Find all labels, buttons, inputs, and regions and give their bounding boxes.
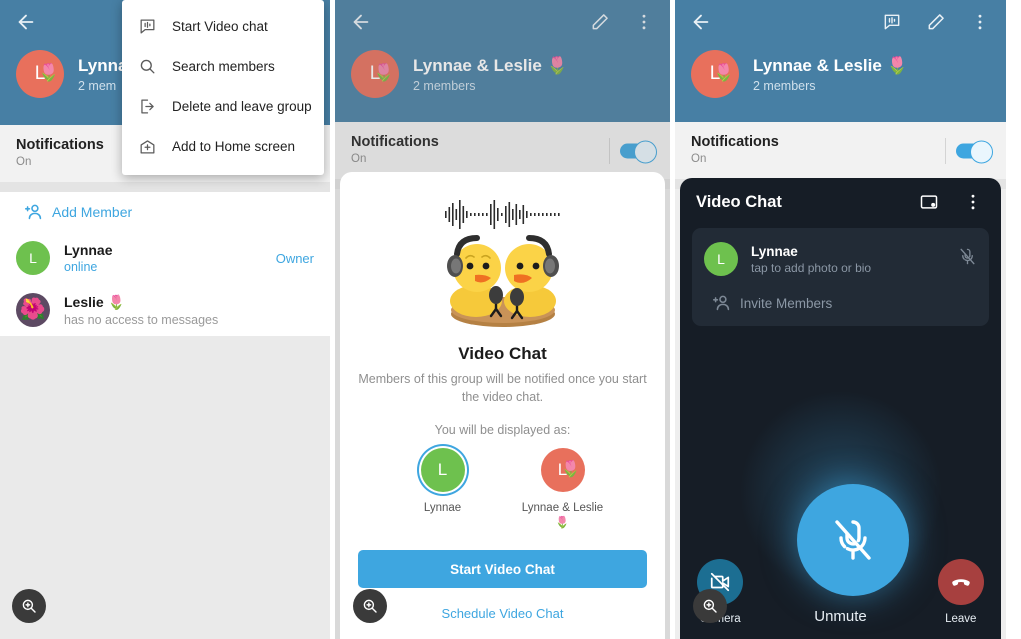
- group-name: Lynnae & Leslie 🌷: [753, 55, 908, 75]
- schedule-video-chat-link[interactable]: Schedule Video Chat: [358, 588, 647, 639]
- group-members-count: 2 members: [753, 78, 816, 93]
- panel-start-video-chat-sheet: L 🌷 Lynnae & Leslie 🌷 2 members Notifica…: [330, 0, 675, 639]
- notifications-toggle[interactable]: [956, 140, 993, 163]
- tulip-icon: 🌷: [713, 63, 735, 82]
- menu-item-start-video-chat[interactable]: Start Video chat: [122, 6, 324, 46]
- hang-up-icon[interactable]: [937, 559, 984, 605]
- video-chat-overlay: Video Chat L Lynnae tap to add photo or …: [680, 178, 1001, 639]
- choice-group[interactable]: L 🌷 Lynnae & Leslie 🌷: [521, 448, 605, 531]
- video-chat-icon[interactable]: [880, 10, 904, 34]
- exit-icon: [136, 95, 158, 117]
- back-arrow-icon[interactable]: [14, 10, 38, 34]
- mute-control[interactable]: Unmute: [796, 484, 909, 625]
- list-item[interactable]: L Lynnae tap to add photo or bio: [692, 234, 989, 284]
- start-video-chat-button[interactable]: Start Video Chat: [358, 550, 647, 588]
- flower-icon: 🌺: [19, 298, 47, 321]
- participant-text: Lynnae tap to add photo or bio: [751, 244, 958, 275]
- section-divider: [0, 182, 330, 192]
- tulip-icon: 🌷: [560, 461, 581, 479]
- leave-control[interactable]: Leave: [921, 559, 1002, 625]
- panel-group-info-menu: L 🌷 Lynnae 2 mem Notifications On Add Me…: [0, 0, 330, 639]
- menu-item-search-members[interactable]: Search members: [122, 46, 324, 86]
- add-member-row[interactable]: Add Member: [0, 192, 330, 232]
- avatar: 🌺: [16, 293, 50, 327]
- avatar-initial: L: [717, 251, 725, 267]
- add-person-icon: [16, 201, 52, 223]
- participants-card: L Lynnae tap to add photo or bio Invite …: [692, 228, 989, 326]
- edit-pencil-icon[interactable]: [924, 10, 948, 34]
- header-icon-bar: [675, 0, 1006, 44]
- invite-members-label: Invite Members: [740, 295, 833, 311]
- choice-label: Lynnae: [423, 502, 462, 515]
- tulip-icon: 🌷: [38, 63, 60, 82]
- search-icon: [136, 55, 158, 77]
- picture-in-picture-icon[interactable]: [917, 190, 941, 214]
- divider: [945, 137, 946, 164]
- table-row[interactable]: 🌺 Leslie 🌷 has no access to messages: [0, 284, 330, 336]
- video-chat-title: Video Chat: [696, 192, 782, 211]
- zoom-in-icon[interactable]: [353, 589, 387, 623]
- invite-members-row[interactable]: Invite Members: [692, 284, 989, 322]
- avatar-initial: L: [29, 250, 37, 266]
- participant-name: Lynnae: [751, 243, 798, 259]
- member-text: Leslie 🌷 has no access to messages: [64, 294, 314, 327]
- group-identity-row[interactable]: L 🌷 Lynnae & Leslie 🌷 2 members: [675, 50, 1006, 98]
- mic-off-icon: [958, 247, 977, 271]
- overflow-menu-icon[interactable]: [961, 190, 985, 214]
- add-to-home-icon: [136, 135, 158, 157]
- menu-item-label: Delete and leave group: [172, 98, 312, 114]
- zoom-in-icon[interactable]: [12, 589, 46, 623]
- group-meta: Lynnae & Leslie 🌷 2 members: [753, 56, 908, 93]
- group-avatar[interactable]: L 🌷: [691, 50, 739, 98]
- choice-lynnae[interactable]: L Lynnae: [401, 448, 485, 531]
- page-title: Video Chat: [458, 344, 547, 363]
- overflow-menu-icon[interactable]: [968, 10, 992, 34]
- avatar: L 🌷: [540, 448, 585, 493]
- add-person-icon: [704, 292, 740, 314]
- zoom-in-icon[interactable]: [693, 589, 727, 623]
- call-controls: Camera Unmute Leave: [680, 484, 1001, 625]
- sheet-description: Members of this group will be notified o…: [358, 372, 647, 405]
- screenshot-board: L 🌷 Lynnae 2 mem Notifications On Add Me…: [0, 0, 1021, 639]
- back-arrow-icon[interactable]: [689, 10, 713, 34]
- video-chat-icon: [136, 15, 158, 37]
- video-chat-header: Video Chat: [680, 178, 1001, 226]
- avatar: L: [420, 448, 465, 493]
- empty-area: [0, 336, 330, 639]
- avatar: L: [16, 241, 50, 275]
- display-as-choices: L Lynnae L 🌷 Lynnae & Leslie 🌷: [401, 448, 605, 531]
- avatar: L: [704, 242, 738, 276]
- mute-label: Unmute: [814, 608, 867, 625]
- group-avatar[interactable]: L 🌷: [16, 50, 64, 98]
- table-row[interactable]: L Lynnae online Owner: [0, 232, 330, 284]
- mic-off-icon[interactable]: [796, 484, 909, 596]
- add-member-label: Add Member: [52, 204, 133, 220]
- menu-item-label: Start Video chat: [172, 18, 268, 34]
- menu-item-label: Add to Home screen: [172, 138, 296, 154]
- menu-item-label: Search members: [172, 58, 275, 74]
- choice-label: Lynnae & Leslie 🌷: [521, 502, 604, 530]
- member-status: online: [64, 260, 98, 274]
- panel-active-video-chat: L 🌷 Lynnae & Leslie 🌷 2 members Notifica…: [675, 0, 1006, 639]
- member-name: Lynnae: [64, 242, 113, 258]
- menu-item-add-to-home-screen[interactable]: Add to Home screen: [122, 126, 324, 166]
- member-text: Lynnae online: [64, 242, 276, 274]
- menu-item-delete-leave-group[interactable]: Delete and leave group: [122, 86, 324, 126]
- overflow-menu: Start Video chat Search members Delete a…: [122, 0, 324, 175]
- app-header: L 🌷 Lynnae & Leslie 🌷 2 members: [675, 0, 1006, 122]
- status-badge: Owner: [275, 250, 314, 266]
- avatar-initial: L: [437, 460, 448, 480]
- member-status: has no access to messages: [64, 312, 219, 327]
- member-name: Leslie 🌷: [64, 293, 126, 310]
- ducks-podcast-illustration: [413, 198, 593, 338]
- participant-subtitle: tap to add photo or bio: [751, 260, 872, 275]
- displayed-as-label: You will be displayed as:: [434, 423, 571, 438]
- members-list: Add Member L Lynnae online Owner 🌺 Lesli…: [0, 192, 330, 336]
- notifications-row[interactable]: Notifications On: [675, 122, 1006, 179]
- leave-label: Leave: [945, 613, 977, 625]
- video-chat-sheet: Video Chat Members of this group will be…: [340, 172, 665, 639]
